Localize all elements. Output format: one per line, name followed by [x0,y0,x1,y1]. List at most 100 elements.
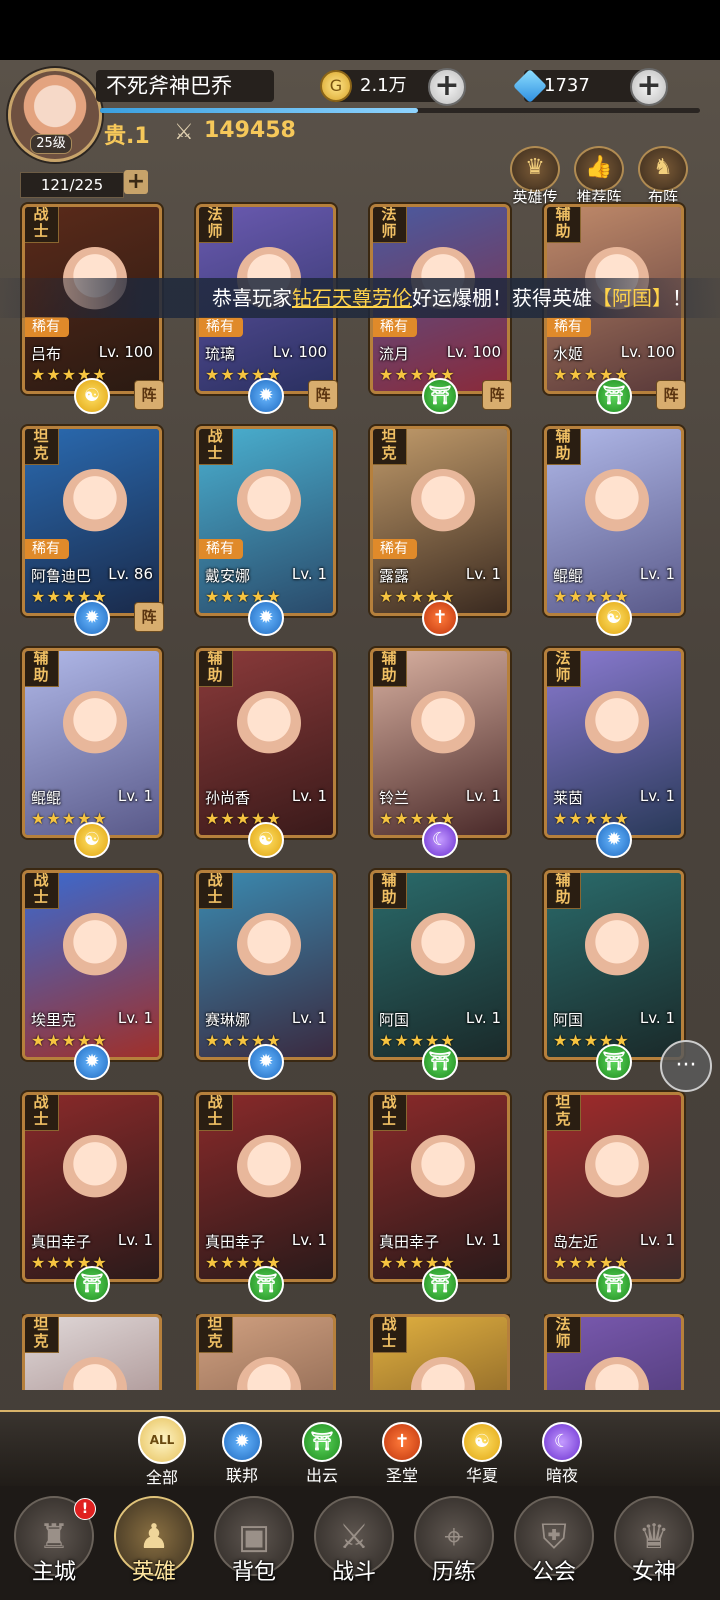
rarity-tag: 稀有 [199,317,243,337]
hero-class-badge: 法 师 [373,207,407,243]
gem-amount: 1737 [544,75,590,96]
hero-class-badge: 法 师 [547,651,581,687]
hero-card[interactable]: 坦 克 [22,1314,162,1410]
hero-class-badge: 战 士 [199,873,233,909]
nav-map[interactable]: ⌖ 历练 [410,1496,498,1600]
hero-level: Lv. 100 [272,343,327,361]
faction-anye-icon: ☾ [422,822,458,858]
hero-card[interactable]: 坦 克 [196,1314,336,1410]
hero-class-badge: 坦 克 [373,429,407,465]
hero-card[interactable]: 坦 克岛左近 Lv. 1 ★★★★★ ⛩ [544,1092,684,1302]
hero-level: Lv. 1 [465,1231,501,1249]
faction-chuyun-icon: ⛩ [74,1266,110,1302]
in-formation-badge: 阵 [656,380,686,410]
ticker-suffix: ！ [672,286,692,310]
hero-name: 水姬 [553,345,584,363]
hero-name: 阿国 [553,1011,584,1029]
noble-rank[interactable]: 贵.1 [104,118,150,150]
faction-lianbang-icon: ✹ [248,600,284,636]
filter-label: 出云 [305,1466,338,1485]
hero-card[interactable]: 战 士 [370,1314,510,1410]
hero-name: 真田幸子 [205,1233,266,1251]
nav-castle[interactable]: ♜ 主城! [10,1496,98,1600]
faction-lianbang-icon: ✹ [74,600,110,636]
hero-card-frame: 战 士稀有 戴安娜 Lv. 1 ★★★★★ [196,426,336,616]
hero-card[interactable]: 辅 助阿国 Lv. 1 ★★★★★ ⛩ [370,870,510,1080]
hero-class-badge: 辅 助 [373,651,407,687]
hero-class-badge: 战 士 [199,429,233,465]
hero-card[interactable]: 坦 克稀有 露露 Lv. 1 ★★★★★ ✝ [370,426,510,636]
announcement-ticker: 恭喜玩家钻石天尊劳伦好运爆棚！获得英雄【阿国】！ [0,278,720,318]
hero-card[interactable]: 战 士真田幸子 Lv. 1 ★★★★★ ⛩ [370,1092,510,1302]
hero-card-frame: 辅 助铃兰 Lv. 1 ★★★★★ [370,648,510,838]
top-button-2[interactable]: ♞ 布阵 [636,146,690,206]
faction-chuyun-icon: ⛩ [422,378,458,414]
hero-card[interactable]: 法 师 [544,1314,684,1410]
hero-card-frame: 战 士埃里克 Lv. 1 ★★★★★ [22,870,162,1060]
hero-card[interactable]: 战 士稀有 戴安娜 Lv. 1 ★★★★★ ✹ [196,426,336,636]
hero-name: 埃里克 [31,1011,77,1029]
hero-level: Lv. 1 [639,787,675,805]
hero-card[interactable]: 战 士真田幸子 Lv. 1 ★★★★★ ⛩ [22,1092,162,1302]
hero-level: Lv. 100 [620,343,675,361]
faction-huaxia-icon: ☯ [596,600,632,636]
hero-class-badge: 法 师 [547,1317,581,1353]
player-level-badge: 25级 [30,134,72,154]
filter-lianbang-icon: ✹ [222,1422,262,1462]
hero-card-frame: 战 士真田幸子 Lv. 1 ★★★★★ [22,1092,162,1282]
status-bar [0,0,720,60]
expand-hero-slots-button[interactable]: + [124,170,148,194]
hero-card[interactable]: 辅 助孙尚香 Lv. 1 ★★★★★ ☯ [196,648,336,858]
hero-card[interactable]: 战 士埃里克 Lv. 1 ★★★★★ ✹ [22,870,162,1080]
hero-name: 琉璃 [205,345,236,363]
hero-card[interactable]: 战 士真田幸子 Lv. 1 ★★★★★ ⛩ [196,1092,336,1302]
hero-card[interactable]: 辅 助铃兰 Lv. 1 ★★★★★ ☾ [370,648,510,858]
hero-card[interactable]: 战 士赛琳娜 Lv. 1 ★★★★★ ✹ [196,870,336,1080]
hero-card-frame: 坦 克稀有 阿鲁迪巴 Lv. 86 ★★★★★ [22,426,162,616]
filter-lianbang[interactable]: ✹ 联邦 [212,1422,272,1486]
nav-shield[interactable]: ⛨ 公会 [510,1496,598,1600]
faction-chuyun-icon: ⛩ [596,378,632,414]
hero-card-frame: 战 士真田幸子 Lv. 1 ★★★★★ [196,1092,336,1282]
ticker-prefix: 恭喜玩家 [212,286,292,310]
add-gem-button[interactable]: + [630,68,668,106]
filter-anye[interactable]: ☾ 暗夜 [532,1422,592,1486]
hero-level: Lv. 1 [291,565,327,583]
hero-name: 真田幸子 [31,1233,92,1251]
filter-shengtang[interactable]: ✝ 圣堂 [372,1422,432,1486]
hero-name: 吕布 [31,345,62,363]
add-gold-button[interactable]: + [428,68,466,106]
filter-label: 全部 [145,1468,178,1487]
hero-level: Lv. 1 [639,1009,675,1027]
hero-card-frame: 辅 助孙尚香 Lv. 1 ★★★★★ [196,648,336,838]
hero-card[interactable]: 坦 克稀有 阿鲁迪巴 Lv. 86 ★★★★★ ✹ 阵 [22,426,164,636]
nav-crossed-swords[interactable]: ⚔ 战斗 [310,1496,398,1600]
hero-level: Lv. 1 [291,787,327,805]
faction-huaxia-icon: ☯ [74,378,110,414]
rarity-tag: 稀有 [373,539,417,559]
nav-hero[interactable]: ♟ 英雄 [110,1496,198,1600]
hero-level: Lv. 1 [291,1231,327,1249]
hero-card-frame: 辅 助鲲鲲 Lv. 1 ★★★★★ [544,426,684,616]
rarity-tag: 稀有 [25,317,69,337]
filter-huaxia[interactable]: ☯ 华夏 [452,1422,512,1486]
hero-class-badge: 辅 助 [547,873,581,909]
hero-card[interactable]: 辅 助鲲鲲 Lv. 1 ★★★★★ ☯ [544,426,684,636]
chat-button[interactable]: ··· [660,1040,712,1092]
faction-huaxia-icon: ☯ [248,822,284,858]
filter-all[interactable]: ALL 全部 [132,1416,192,1488]
hero-card[interactable]: 辅 助阿国 Lv. 1 ★★★★★ ⛩ [544,870,684,1080]
hero-name: 鲲鲲 [553,567,584,585]
hero-level: Lv. 1 [117,1009,153,1027]
top-button-1[interactable]: 👍 推荐阵 [572,146,626,206]
nav-goddess[interactable]: ♛ 女神 [610,1496,698,1600]
top-button-0[interactable]: ♛ 英雄传 [508,146,562,206]
hero-card-frame: 坦 克 [196,1314,336,1390]
nav-backpack[interactable]: ▣ 背包 [210,1496,298,1600]
hero-name: 莱茵 [553,789,584,807]
player-name: 不死斧神巴乔 [96,70,274,102]
hero-card[interactable]: 辅 助鲲鲲 Lv. 1 ★★★★★ ☯ [22,648,162,858]
filter-chuyun[interactable]: ⛩ 出云 [292,1422,352,1486]
hero-class-badge: 坦 克 [25,429,59,465]
hero-card[interactable]: 法 师莱茵 Lv. 1 ★★★★★ ✹ [544,648,684,858]
